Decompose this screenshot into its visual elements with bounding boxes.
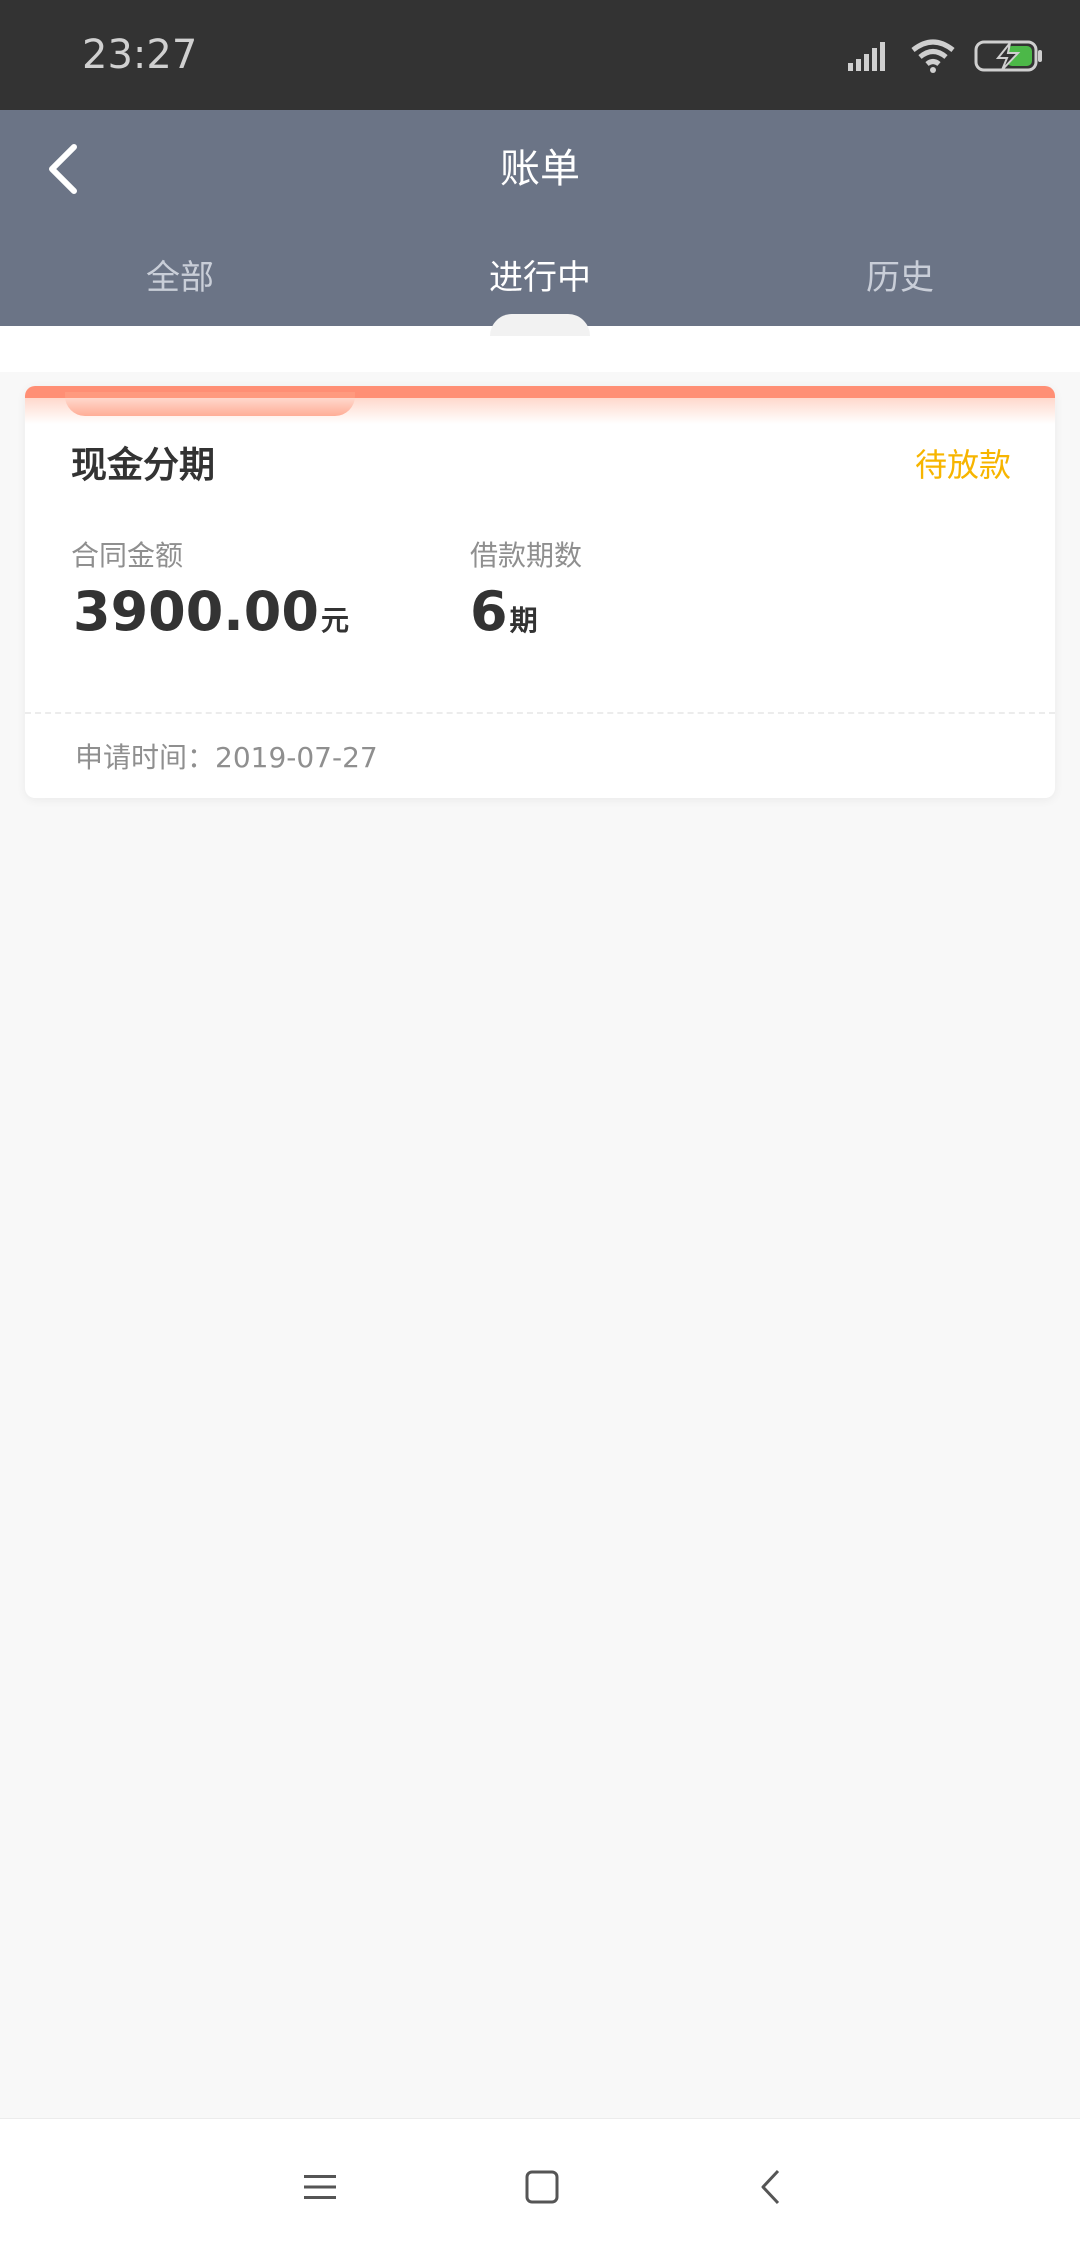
menu-icon xyxy=(302,2172,338,2206)
system-nav-bar xyxy=(0,2118,1080,2249)
back-icon xyxy=(758,2168,782,2210)
page-title: 账单 xyxy=(500,146,580,192)
battery-charging-icon xyxy=(974,39,1044,77)
periods-label: 借款期数 xyxy=(470,539,583,572)
home-button[interactable] xyxy=(502,2149,582,2229)
wifi-icon xyxy=(910,38,956,78)
periods-number: 6 xyxy=(470,580,508,643)
tab-all[interactable]: 全部 xyxy=(0,238,360,318)
tab-in-progress[interactable]: 进行中 xyxy=(360,238,720,318)
apply-time: 申请时间：2019-07-27 xyxy=(75,741,378,774)
status-badge: 待放款 xyxy=(914,446,1011,484)
bill-card[interactable]: 现金分期 待放款 合同金额 借款期数 3900.00元 6期 申请时间：2019… xyxy=(25,386,1055,798)
card-accent-bar xyxy=(25,386,1055,416)
amount-value: 3900.00元 xyxy=(73,580,349,643)
card-accent-fade xyxy=(25,398,1055,424)
product-name: 现金分期 xyxy=(71,445,216,486)
tab-history[interactable]: 历史 xyxy=(720,238,1080,318)
home-icon xyxy=(524,2169,560,2209)
amount-label: 合同金额 xyxy=(71,539,184,572)
active-tab-indicator xyxy=(490,314,590,336)
card-divider xyxy=(25,712,1055,714)
status-bar: 23:27 xyxy=(0,0,1080,110)
tab-bar: 全部 进行中 历史 xyxy=(0,238,1080,318)
menu-button[interactable] xyxy=(280,2149,360,2229)
amount-unit: 元 xyxy=(320,604,349,637)
app-header: 账单 全部 进行中 历史 xyxy=(0,110,1080,326)
nav-back-button[interactable] xyxy=(730,2149,810,2229)
status-time: 23:27 xyxy=(82,32,198,78)
periods-unit: 期 xyxy=(509,604,538,637)
periods-value: 6期 xyxy=(470,580,538,643)
signal-icon xyxy=(848,41,892,75)
amount-number: 3900.00 xyxy=(73,580,319,643)
